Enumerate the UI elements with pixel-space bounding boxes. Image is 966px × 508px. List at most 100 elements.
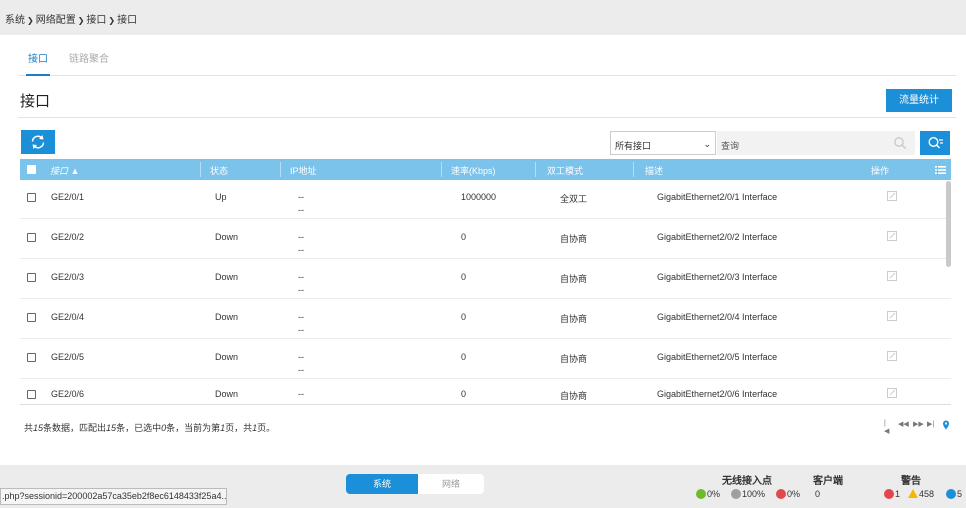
select-value: 所有接口 <box>615 141 652 151</box>
column-header-description: 描述 <box>645 166 664 176</box>
alarm-critical[interactable]: 1 <box>884 489 900 499</box>
next-page-icon[interactable]: ▶▶ <box>913 420 924 428</box>
location-pin-icon[interactable] <box>942 420 950 430</box>
row-checkbox[interactable] <box>27 353 36 362</box>
advanced-search-icon <box>928 136 943 149</box>
column-divider <box>633 162 634 177</box>
edit-icon[interactable] <box>887 351 897 361</box>
alarm-warning[interactable]: 458 <box>908 489 934 499</box>
cell-description: GigabitEthernet2/0/2 Interface <box>657 232 778 242</box>
refresh-icon <box>31 135 45 149</box>
edit-icon[interactable] <box>887 231 897 241</box>
breadcrumb-item-system[interactable]: 系统 <box>5 15 25 26</box>
refresh-button[interactable] <box>21 130 55 154</box>
edit-icon[interactable] <box>887 271 897 281</box>
tab-link-aggregation[interactable]: 链路聚合 <box>69 50 109 76</box>
cell-duplex: 自协商 <box>560 314 588 324</box>
cell-interface[interactable]: GE2/0/3 <box>51 272 84 282</box>
column-header-interface[interactable]: 接口 ▲ <box>50 164 79 177</box>
search-input[interactable]: 查询 <box>717 131 915 155</box>
row-checkbox[interactable] <box>27 313 36 322</box>
cell-ip-2: -- <box>298 365 304 375</box>
alarm-info[interactable]: 5 <box>946 489 962 499</box>
advanced-search-button[interactable] <box>920 131 950 155</box>
last-page-icon[interactable]: ▶| <box>927 420 934 428</box>
tab-bar: 接口 链路聚合 <box>18 46 956 76</box>
table-header: 接口 ▲ 状态 IP地址 速率(Kbps) 双工模式 描述 操作 <box>20 159 951 180</box>
cell-duplex: 全双工 <box>560 194 588 204</box>
cell-ip-1: -- <box>298 272 304 282</box>
cell-interface[interactable]: GE2/0/6 <box>51 389 84 399</box>
select-all-checkbox[interactable] <box>27 165 36 174</box>
search-placeholder: 查询 <box>721 141 740 151</box>
cell-status: Up <box>215 192 227 202</box>
row-checkbox[interactable] <box>27 193 36 202</box>
page-title: 接口 <box>20 93 51 110</box>
column-settings-icon[interactable] <box>935 165 946 175</box>
prev-page-icon[interactable]: ◀◀ <box>898 420 909 428</box>
edit-icon[interactable] <box>887 311 897 321</box>
ap-stat-offline[interactable]: 100% <box>731 489 765 499</box>
cell-rate: 0 <box>461 232 467 242</box>
first-page-icon[interactable]: |◀ <box>884 420 889 435</box>
cell-status: Down <box>215 272 239 282</box>
table-scrollbar[interactable] <box>946 181 951 267</box>
client-count[interactable]: 0 <box>815 489 820 499</box>
client-stats-title: 客户端 <box>813 476 843 487</box>
cell-interface[interactable]: GE2/0/4 <box>51 312 84 322</box>
check-circle-icon <box>696 489 706 499</box>
fault-circle-icon <box>776 489 786 499</box>
breadcrumb-item-network-config[interactable]: 网络配置 <box>36 15 76 26</box>
tab-interface[interactable]: 接口 <box>26 50 50 76</box>
view-toggle-system[interactable]: 系统 <box>346 474 418 494</box>
edit-icon[interactable] <box>887 191 897 201</box>
cell-rate: 0 <box>461 272 467 282</box>
cell-rate: 0 <box>461 389 467 399</box>
edit-icon[interactable] <box>887 388 897 398</box>
ap-stat-fault[interactable]: 0% <box>776 489 800 499</box>
view-toggle-network[interactable]: 网络 <box>418 474 484 494</box>
column-divider <box>200 162 201 177</box>
top-bar: 系统 ❯ 网络配置 ❯ 接口 ❯ 接口 <box>0 0 966 35</box>
row-checkbox[interactable] <box>27 390 36 399</box>
cell-interface[interactable]: GE2/0/5 <box>51 352 84 362</box>
row-checkbox[interactable] <box>27 273 36 282</box>
status-url-tooltip: .php?sessionid=200002a57ca35eb2f8ec61484… <box>0 488 227 505</box>
breadcrumb-item-current: 接口 <box>117 15 138 26</box>
breadcrumb-item-interface[interactable]: 接口 <box>86 15 106 26</box>
cell-ip-1: -- <box>298 352 304 362</box>
info-circle-icon <box>946 489 956 499</box>
traffic-stats-button[interactable]: 流量统计 <box>886 89 952 112</box>
table-row[interactable]: GE2/0/2 Down -- -- 0 自协商 GigabitEthernet… <box>20 220 951 259</box>
breadcrumb: 系统 ❯ 网络配置 ❯ 接口 ❯ 接口 <box>5 11 137 26</box>
cell-description: GigabitEthernet2/0/6 Interface <box>657 389 778 399</box>
interface-table: 接口 ▲ 状态 IP地址 速率(Kbps) 双工模式 描述 操作 GE2/0/1… <box>20 159 951 405</box>
cell-interface[interactable]: GE2/0/2 <box>51 232 84 242</box>
table-row[interactable]: GE2/0/3 Down -- -- 0 自协商 GigabitEthernet… <box>20 260 951 299</box>
offline-circle-icon <box>731 489 741 499</box>
cell-interface[interactable]: GE2/0/1 <box>51 192 84 202</box>
interface-filter-select[interactable]: 所有接口 ⌄ <box>610 131 716 155</box>
column-header-status: 状态 <box>210 166 229 176</box>
table-row[interactable]: GE2/0/1 Up -- -- 1000000 全双工 GigabitEthe… <box>20 180 951 219</box>
cell-ip-2: -- <box>298 205 304 215</box>
alarm-stats-title: 警告 <box>901 476 921 487</box>
cell-duplex: 自协商 <box>560 274 588 284</box>
search-icon[interactable] <box>893 136 907 150</box>
cell-description: GigabitEthernet2/0/4 Interface <box>657 312 778 322</box>
alert-circle-icon <box>884 489 894 499</box>
cell-rate: 0 <box>461 312 467 322</box>
cell-ip-1: -- <box>298 192 304 202</box>
column-divider <box>441 162 442 177</box>
row-checkbox[interactable] <box>27 233 36 242</box>
cell-ip-1: -- <box>298 232 304 242</box>
divider <box>18 117 956 118</box>
table-row[interactable]: GE2/0/4 Down -- -- 0 自协商 GigabitEthernet… <box>20 300 951 339</box>
table-row[interactable]: GE2/0/6 Down -- 0 自协商 GigabitEthernet2/0… <box>20 380 951 404</box>
cell-duplex: 自协商 <box>560 391 588 401</box>
ap-stat-normal[interactable]: 0% <box>696 489 720 499</box>
column-header-ip: IP地址 <box>290 166 317 176</box>
warning-triangle-icon <box>908 489 918 498</box>
table-row[interactable]: GE2/0/5 Down -- -- 0 自协商 GigabitEthernet… <box>20 340 951 379</box>
cell-rate: 1000000 <box>461 192 497 202</box>
